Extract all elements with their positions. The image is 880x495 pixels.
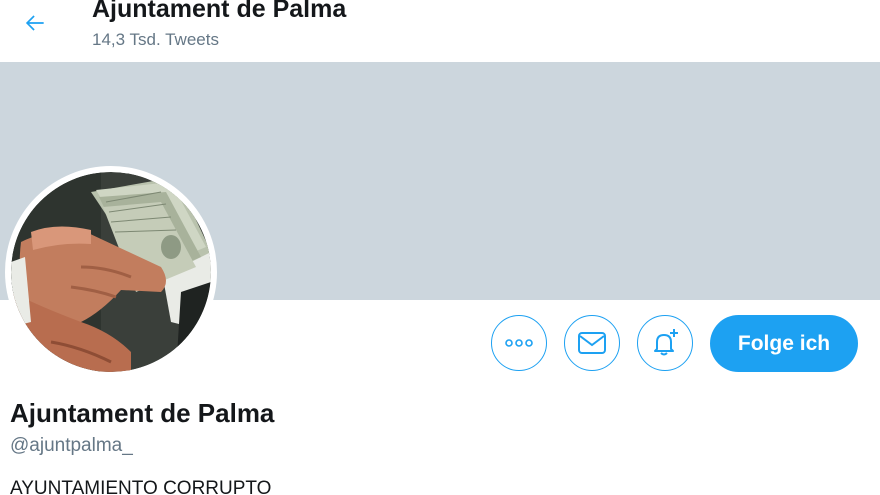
profile-page: Ajuntament de Palma 14,3 Tsd. Tweets Fol…: [0, 0, 880, 495]
avatar[interactable]: [5, 166, 217, 378]
arrow-left-icon: [25, 15, 44, 31]
notifications-button[interactable]: [637, 315, 693, 371]
profile-name: Ajuntament de Palma: [10, 398, 275, 428]
message-button[interactable]: [564, 315, 620, 371]
follow-button[interactable]: Folge ich: [710, 315, 858, 372]
avatar-image: [11, 172, 211, 372]
envelope-icon: [578, 332, 606, 354]
more-options-button[interactable]: [491, 315, 547, 371]
more-options-icon: [505, 339, 533, 347]
back-button[interactable]: [16, 4, 54, 42]
bell-plus-icon: [654, 329, 678, 356]
profile-bio: AYUNTAMIENTO CORRUPTO: [10, 478, 272, 495]
profile-header: Ajuntament de Palma 14,3 Tsd. Tweets: [0, 0, 880, 62]
header-title: Ajuntament de Palma: [92, 0, 347, 23]
profile-handle: @ajuntpalma_: [10, 435, 133, 456]
tweet-count: 14,3 Tsd. Tweets: [92, 30, 219, 49]
